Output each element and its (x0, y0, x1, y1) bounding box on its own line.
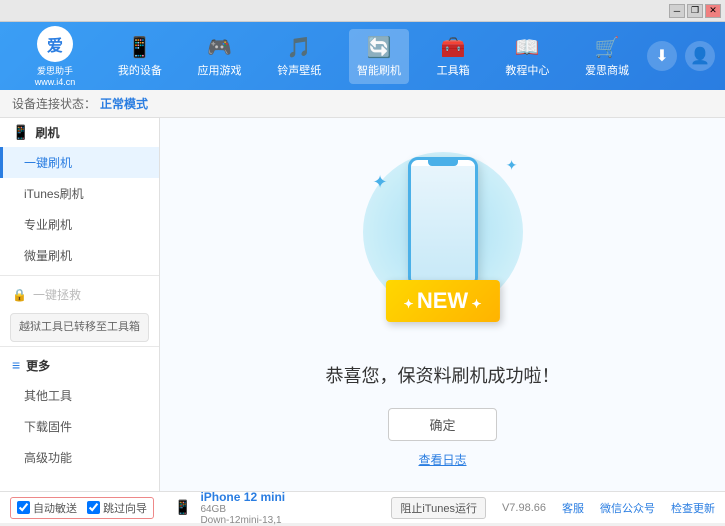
minimize-button[interactable]: ─ (669, 4, 685, 18)
advanced-label: 高级功能 (24, 449, 72, 466)
sidebar-section-more: ≡ 更多 (0, 351, 159, 380)
other-tools-label: 其他工具 (24, 387, 72, 404)
header-right: ⬇ 👤 (647, 41, 715, 71)
logo-line2: www.i4.cn (35, 77, 76, 87)
stop-itunes-button[interactable]: 阻止iTunes运行 (391, 497, 486, 519)
itunes-flash-label: iTunes刷机 (24, 185, 84, 202)
more-section-icon: ≡ (12, 357, 20, 373)
success-message: 恭喜您，保资料刷机成功啦！ (326, 362, 560, 388)
status-value: 正常模式 (100, 95, 148, 112)
device-name: iPhone 12 mini (200, 490, 285, 504)
sidebar-divider-1 (0, 275, 159, 276)
nav-ringtones-label: 铃声壁纸 (277, 62, 321, 78)
nav-apps-games-label: 应用游戏 (198, 62, 242, 78)
smart-flash-icon: 🔄 (367, 35, 392, 60)
user-button[interactable]: 👤 (685, 41, 715, 71)
sparkle-top-left: ✦ (373, 172, 388, 193)
sidebar-divider-2 (0, 346, 159, 347)
flash-section-label: 刷机 (35, 124, 59, 141)
status-label: 设备连接状态： (12, 95, 96, 112)
nav-apps-games[interactable]: 🎮 应用游戏 (190, 29, 250, 84)
status-bar: 设备连接状态： 正常模式 (0, 90, 725, 118)
micro-flash-label: 微量刷机 (24, 247, 72, 264)
sidebar-item-one-key-flash[interactable]: 一键刷机 (0, 147, 159, 178)
device-info: 📱 iPhone 12 mini 64GB Down-12mini-13,1 (174, 490, 285, 526)
restore-button[interactable]: ❐ (687, 4, 703, 18)
auto-send-checkbox[interactable] (17, 501, 30, 514)
via-wizard-checkbox-label[interactable]: 跳过向导 (87, 500, 147, 516)
more-section-label: 更多 (26, 357, 50, 374)
phone-illustration: ✦ ✦ NEW (353, 142, 533, 342)
my-device-icon: 📱 (127, 35, 152, 60)
apps-games-icon: 🎮 (207, 35, 232, 60)
bottom-left: 自动敏送 跳过向导 📱 iPhone 12 mini 64GB Down-12m… (10, 490, 391, 526)
logo-line1: 爱思助手 (37, 64, 73, 77)
nav-smart-flash[interactable]: 🔄 智能刷机 (349, 29, 409, 84)
auto-send-label: 自动敏送 (33, 500, 77, 516)
pro-flash-label: 专业刷机 (24, 216, 72, 233)
check-update-link[interactable]: 检查更新 (671, 500, 715, 516)
content-area: ✦ ✦ NEW 恭喜您，保资料刷机成功啦！ 确定 查看日志 (160, 118, 725, 491)
via-wizard-checkbox[interactable] (87, 501, 100, 514)
one-key-flash-label: 一键刷机 (24, 154, 72, 171)
device-capacity: 64GB (200, 504, 285, 515)
bottom-right: 阻止iTunes运行 V7.98.66 客服 微信公众号 检查更新 (391, 497, 715, 519)
sidebar-item-pro-flash[interactable]: 专业刷机 (0, 209, 159, 240)
header: 爱 爱思助手 www.i4.cn 📱 我的设备 🎮 应用游戏 🎵 铃声壁纸 🔄 … (0, 22, 725, 90)
device-firmware: Down-12mini-13,1 (200, 515, 285, 526)
rescue-label: 一键拯救 (33, 286, 81, 303)
rescue-icon: 🔒 (12, 288, 27, 302)
main-area: 📱 刷机 一键刷机 iTunes刷机 专业刷机 微量刷机 🔒 一键拯救 越狱工具… (0, 118, 725, 491)
sparkle-top-right: ✦ (506, 157, 518, 174)
ringtones-icon: 🎵 (287, 35, 312, 60)
nav-mall-label: 爱思商城 (585, 62, 629, 78)
version-label: V7.98.66 (502, 502, 546, 514)
confirm-button[interactable]: 确定 (388, 408, 496, 441)
toolbox-icon: 🧰 (441, 35, 466, 60)
sidebar-item-itunes-flash[interactable]: iTunes刷机 (0, 178, 159, 209)
sidebar-item-other-tools[interactable]: 其他工具 (0, 380, 159, 411)
window-controls: ─ ❐ ✕ (669, 4, 721, 18)
sidebar-notice: 越狱工具已转移至工具箱 (10, 313, 149, 342)
diary-link[interactable]: 查看日志 (418, 451, 466, 468)
phone-screen (411, 166, 475, 287)
sidebar-section-rescue: 🔒 一键拯救 (0, 280, 159, 309)
close-button[interactable]: ✕ (705, 4, 721, 18)
flash-section-icon: 📱 (12, 124, 29, 141)
customer-service-link[interactable]: 客服 (562, 500, 584, 516)
sidebar: 📱 刷机 一键刷机 iTunes刷机 专业刷机 微量刷机 🔒 一键拯救 越狱工具… (0, 118, 160, 491)
sidebar-section-flash: 📱 刷机 (0, 118, 159, 147)
nav-ringtones[interactable]: 🎵 铃声壁纸 (269, 29, 329, 84)
logo-icon: 爱 (37, 26, 73, 62)
download-firmware-label: 下载固件 (24, 418, 72, 435)
nav-my-device[interactable]: 📱 我的设备 (110, 29, 170, 84)
title-bar: ─ ❐ ✕ (0, 0, 725, 22)
logo-area: 爱 爱思助手 www.i4.cn (10, 26, 100, 87)
device-phone-icon: 📱 (174, 499, 191, 516)
notice-text: 越狱工具已转移至工具箱 (19, 321, 140, 333)
nav-tutorials-label: 教程中心 (505, 62, 549, 78)
bottom-bar: 自动敏送 跳过向导 📱 iPhone 12 mini 64GB Down-12m… (0, 491, 725, 523)
nav-toolbox-label: 工具箱 (437, 62, 470, 78)
mall-icon: 🛒 (595, 35, 620, 60)
new-badge: NEW (385, 280, 499, 322)
nav-mall[interactable]: 🛒 爱思商城 (577, 29, 637, 84)
nav-bar: 📱 我的设备 🎮 应用游戏 🎵 铃声壁纸 🔄 智能刷机 🧰 工具箱 📖 教程中心… (100, 29, 647, 84)
sidebar-item-advanced[interactable]: 高级功能 (0, 442, 159, 473)
download-button[interactable]: ⬇ (647, 41, 677, 71)
nav-tutorials[interactable]: 📖 教程中心 (497, 29, 557, 84)
via-wizard-label: 跳过向导 (103, 500, 147, 516)
device-details: iPhone 12 mini 64GB Down-12mini-13,1 (200, 490, 285, 526)
phone-body (408, 157, 478, 287)
nav-toolbox[interactable]: 🧰 工具箱 (429, 29, 478, 84)
sidebar-item-micro-flash[interactable]: 微量刷机 (0, 240, 159, 271)
tutorials-icon: 📖 (515, 35, 540, 60)
nav-my-device-label: 我的设备 (118, 62, 162, 78)
sidebar-item-download-firmware[interactable]: 下载固件 (0, 411, 159, 442)
auto-send-checkbox-label[interactable]: 自动敏送 (17, 500, 77, 516)
wechat-link[interactable]: 微信公众号 (600, 500, 655, 516)
nav-smart-flash-label: 智能刷机 (357, 62, 401, 78)
